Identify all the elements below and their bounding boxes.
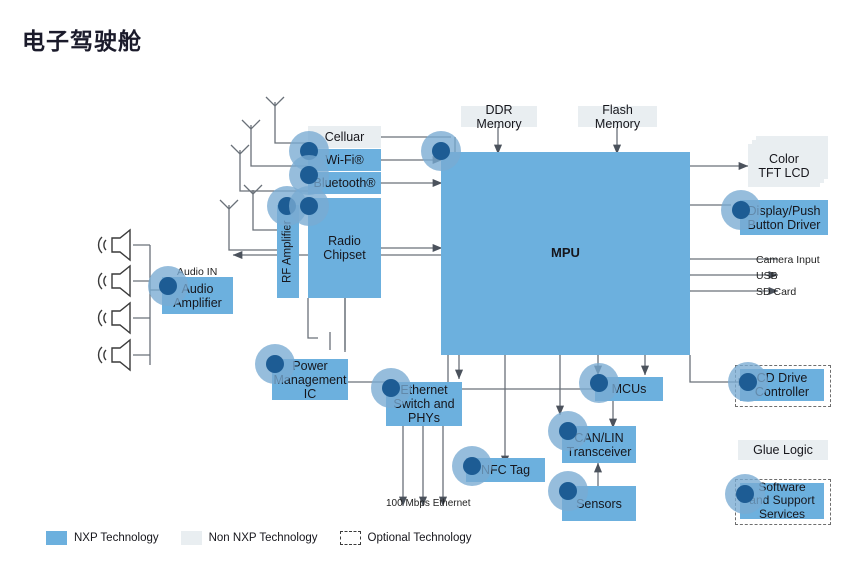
node-dot-audio-amplifier xyxy=(148,266,188,306)
legend-item-non-nxp: Non NXP Technology xyxy=(180,531,318,545)
legend: NXP Technology Non NXP Technology Option… xyxy=(46,531,494,545)
node-dot-power-management-ic xyxy=(255,344,295,384)
node-dot-can-lin xyxy=(548,411,588,451)
block-color-tft-lcd[interactable]: Color TFT LCD xyxy=(748,136,828,187)
legend-swatch-non-nxp xyxy=(180,531,202,545)
block-glue-logic[interactable]: Glue Logic xyxy=(738,440,828,460)
label-camera-input: Camera Input xyxy=(756,254,820,266)
node-dot-cd-drive xyxy=(728,362,768,402)
label-usb: USB xyxy=(756,270,778,282)
label-sd-card: SD Card xyxy=(756,286,797,298)
legend-label-nxp: NXP Technology xyxy=(74,532,159,544)
legend-swatch-optional xyxy=(339,531,361,545)
label-ethernet-speed: 100 Mbps Ethernet xyxy=(386,498,471,509)
node-dot-mpu xyxy=(421,131,461,171)
legend-item-optional: Optional Technology xyxy=(339,531,472,545)
block-flash-memory[interactable]: Flash Memory xyxy=(578,103,657,131)
block-mpu[interactable]: MPU xyxy=(441,152,690,355)
node-dot-software-services xyxy=(725,474,765,514)
node-dot-nfc-tag xyxy=(452,446,492,486)
legend-label-non-nxp: Non NXP Technology xyxy=(208,532,318,544)
node-dot-display-driver xyxy=(721,190,761,230)
node-dot-mcus xyxy=(579,363,619,403)
diagram-canvas: 电子驾驶舱 Celluar Wi-Fi® Bluetooth® RF Ampli… xyxy=(0,0,855,588)
legend-swatch-nxp xyxy=(46,531,67,545)
node-dot-ethernet-switch xyxy=(371,368,411,408)
legend-label-optional: Optional Technology xyxy=(367,532,472,544)
legend-item-nxp: NXP Technology xyxy=(46,531,159,545)
node-dot-radio-chipset xyxy=(289,186,329,226)
node-dot-sensors xyxy=(548,471,588,511)
block-ddr-memory[interactable]: DDR Memory xyxy=(461,103,537,131)
